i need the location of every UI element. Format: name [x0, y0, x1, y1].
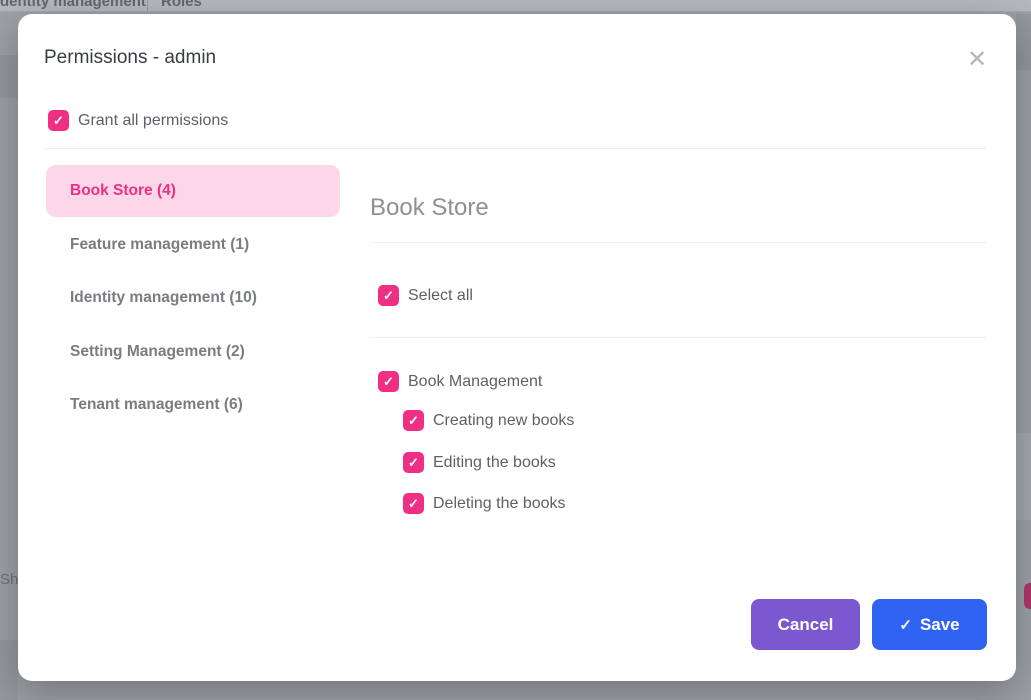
header-divider — [44, 148, 986, 149]
backdrop-band — [0, 640, 18, 700]
check-icon: ✓ — [899, 616, 912, 634]
modal-title: Permissions - admin — [44, 47, 216, 69]
cancel-button[interactable]: Cancel — [751, 599, 860, 650]
select-all-label[interactable]: Select all — [408, 287, 473, 305]
background-tab-separator — [147, 0, 148, 12]
check-icon: ✓ — [383, 375, 394, 388]
tab-book-store[interactable]: Book Store (4) — [46, 165, 340, 217]
panel-title-divider — [370, 242, 986, 243]
editing-the-books-label[interactable]: Editing the books — [433, 454, 556, 472]
check-icon: ✓ — [408, 456, 419, 469]
check-icon: ✓ — [408, 414, 419, 427]
creating-new-books-checkbox[interactable]: ✓ — [403, 410, 424, 431]
book-management-label[interactable]: Book Management — [408, 373, 542, 391]
check-icon: ✓ — [408, 497, 419, 510]
grant-all-label[interactable]: Grant all permissions — [78, 112, 228, 130]
backdrop-band — [0, 55, 18, 98]
grant-all-permissions-row: ✓ Grant all permissions — [48, 110, 228, 131]
tab-feature-management[interactable]: Feature management (1) — [46, 218, 340, 271]
book-management-checkbox[interactable]: ✓ — [378, 371, 399, 392]
backdrop-band — [1016, 14, 1031, 70]
permission-row-deleting-the-books: ✓ Deleting the books — [403, 493, 566, 514]
select-all-divider — [370, 337, 986, 338]
permission-row-creating-new-books: ✓ Creating new books — [403, 410, 574, 431]
grant-all-checkbox[interactable]: ✓ — [48, 110, 69, 131]
panel-title: Book Store — [370, 194, 489, 222]
permission-row-book-management: ✓ Book Management — [378, 371, 542, 392]
background-partial-text: Sh — [0, 571, 18, 588]
check-icon: ✓ — [53, 114, 64, 127]
select-all-row: ✓ Select all — [378, 285, 473, 306]
save-button[interactable]: ✓ Save — [872, 599, 987, 650]
permissions-modal: Permissions - admin ✕ ✓ Grant all permis… — [18, 14, 1016, 681]
tab-identity-management[interactable]: Identity management (10) — [46, 271, 340, 324]
close-icon[interactable]: ✕ — [961, 43, 993, 75]
save-button-label: Save — [920, 615, 960, 635]
deleting-the-books-label[interactable]: Deleting the books — [433, 495, 566, 513]
background-page-header: dentity management Roles — [0, 0, 1031, 12]
deleting-the-books-checkbox[interactable]: ✓ — [403, 493, 424, 514]
background-tab-identity-management: dentity management — [0, 0, 146, 10]
editing-the-books-checkbox[interactable]: ✓ — [403, 452, 424, 473]
background-occluded-button — [1024, 583, 1031, 609]
select-all-checkbox[interactable]: ✓ — [378, 285, 399, 306]
creating-new-books-label[interactable]: Creating new books — [433, 412, 574, 430]
tab-tenant-management[interactable]: Tenant management (6) — [46, 378, 340, 431]
cancel-button-label: Cancel — [778, 615, 834, 635]
background-tab-roles: Roles — [161, 0, 202, 10]
permission-row-editing-the-books: ✓ Editing the books — [403, 452, 556, 473]
tab-setting-management[interactable]: Setting Management (2) — [46, 325, 340, 378]
check-icon: ✓ — [383, 289, 394, 302]
backdrop-band — [1016, 433, 1031, 520]
